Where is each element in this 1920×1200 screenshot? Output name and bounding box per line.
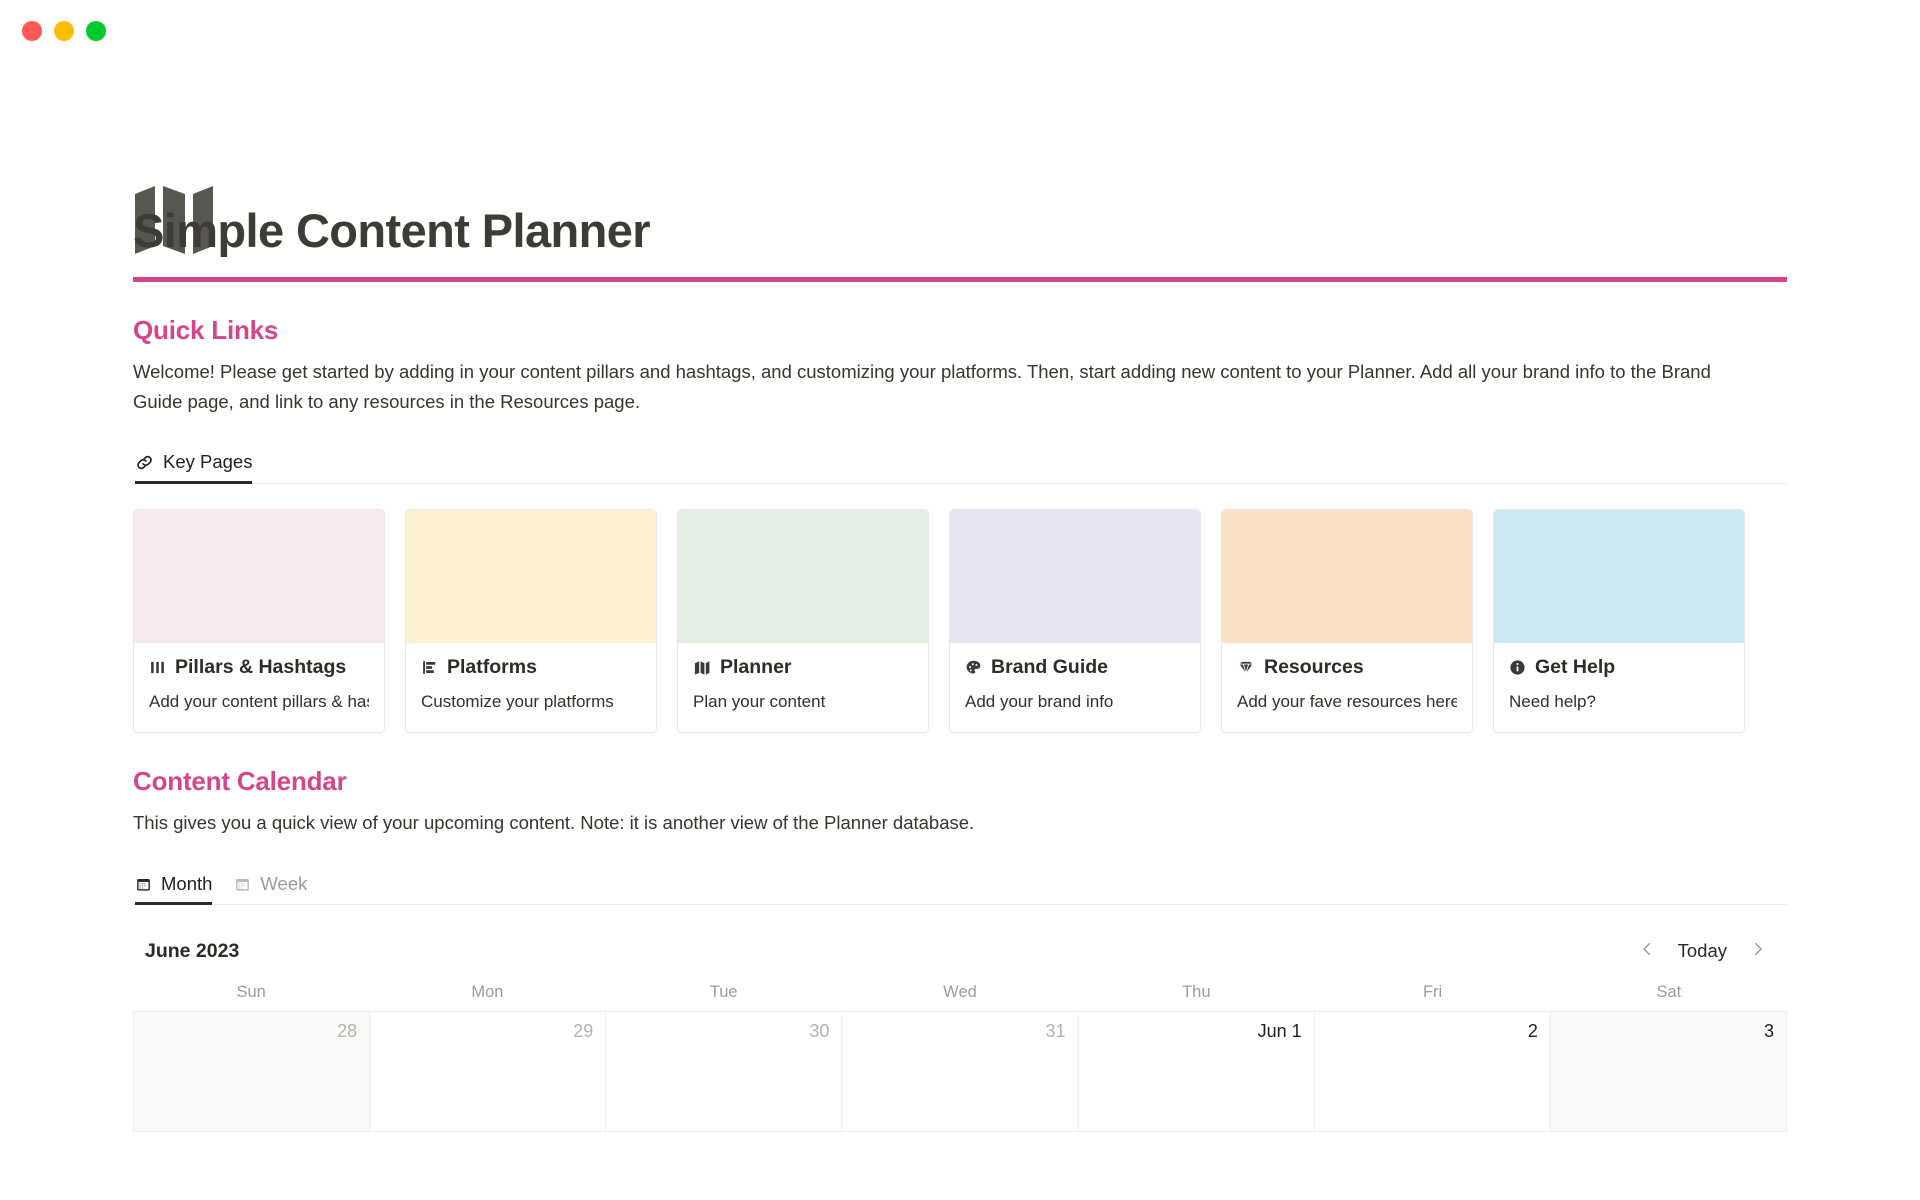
weekday-label: Sun <box>236 983 266 1002</box>
card-pillars-hashtags[interactable]: Pillars & Hashtags Add your content pill… <box>133 508 385 734</box>
link-icon <box>135 453 154 472</box>
maximize-window-button[interactable] <box>86 21 106 41</box>
next-month-button[interactable] <box>1741 934 1775 968</box>
card-title-row: Platforms <box>421 656 641 679</box>
title-divider <box>133 277 1787 283</box>
card-title-label: Pillars & Hashtags <box>175 655 347 678</box>
calendar-month-label: June 2023 <box>145 939 240 962</box>
card-get-help[interactable]: Get Help Need help? <box>1493 508 1745 734</box>
calendar-view-tabbar: Month Week <box>133 859 1787 906</box>
card-title-label: Brand Guide <box>991 655 1109 678</box>
card-cover <box>950 509 1200 643</box>
calendar-day-number: 2 <box>1527 1021 1538 1042</box>
card-body: Brand Guide Add your brand info <box>950 643 1200 732</box>
card-body: Platforms Customize your platforms <box>406 643 656 732</box>
tab-key-pages[interactable]: Key Pages <box>135 451 253 484</box>
map-icon <box>693 659 711 676</box>
weekday-label: Wed <box>943 983 977 1002</box>
bar-chart-icon <box>421 659 438 676</box>
card-body: Get Help Need help? <box>1494 643 1744 732</box>
chevron-left-icon <box>1638 940 1656 963</box>
weekday-label: Fri <box>1422 983 1443 1002</box>
page-content: Simple Content Planner Quick Links Welco… <box>0 62 1920 1133</box>
calendar-day-cell[interactable]: 30 <box>606 1012 843 1133</box>
calendar-day-number: 31 <box>1045 1021 1066 1042</box>
window-titlebar <box>0 0 1920 62</box>
card-title-row: Pillars & Hashtags <box>149 656 369 679</box>
tab-month-label: Month <box>161 872 213 894</box>
close-window-button[interactable] <box>22 21 42 41</box>
calendar-day-number: 28 <box>337 1021 358 1042</box>
calendar-day-number: 30 <box>809 1021 830 1042</box>
calendar-day-cell[interactable]: 28 <box>134 1012 371 1133</box>
quick-links-description: Welcome! Please get started by adding in… <box>133 361 1711 412</box>
card-title-label: Get Help <box>1535 655 1616 678</box>
card-subtitle: Add your brand info <box>965 692 1114 712</box>
card-subtitle: Need help? <box>1509 692 1596 712</box>
calendar-day-cell[interactable]: 31 <box>842 1012 1079 1133</box>
weekday-label: Mon <box>471 983 504 1002</box>
card-cover <box>134 509 384 643</box>
card-title-label: Resources <box>1264 655 1364 678</box>
calendar-day-number: Jun 1 <box>1257 1021 1302 1042</box>
tab-month[interactable]: Month <box>135 872 213 905</box>
calendar-grid: 28 29 30 31 Jun 1 2 3 <box>133 1011 1787 1133</box>
calendar-day-cell[interactable]: 2 <box>1314 1012 1551 1133</box>
calendar-weekday-header: Sun Mon Tue Wed Thu Fri Sat <box>133 973 1787 1011</box>
card-subtitle: Plan your content <box>693 692 826 712</box>
card-subtitle: Customize your platforms <box>421 692 614 712</box>
card-cover <box>678 509 928 643</box>
card-planner[interactable]: Planner Plan your content <box>677 508 929 734</box>
window-traffic-lights <box>22 21 106 41</box>
gem-icon <box>1237 659 1255 676</box>
card-brand-guide[interactable]: Brand Guide Add your brand info <box>949 508 1201 734</box>
card-body: Planner Plan your content <box>678 643 928 732</box>
card-title-label: Platforms <box>447 655 537 678</box>
minimize-window-button[interactable] <box>54 21 74 41</box>
weekday-label: Sat <box>1656 983 1682 1002</box>
card-title-row: Resources <box>1237 656 1457 679</box>
quick-links-heading: Quick Links <box>133 315 279 346</box>
card-platforms[interactable]: Platforms Customize your platforms <box>405 508 657 734</box>
card-title-row: Brand Guide <box>965 656 1185 679</box>
card-title-label: Planner <box>720 655 792 678</box>
tab-week-label: Week <box>260 872 308 894</box>
calendar-navigation: Today <box>1630 934 1775 968</box>
bars-icon <box>149 659 166 676</box>
tab-key-pages-label: Key Pages <box>163 451 253 473</box>
calendar: June 2023 Today Sun Mon Tue Wed Thu Fri … <box>133 929 1787 1133</box>
card-title-row: Get Help <box>1509 656 1729 679</box>
card-body: Resources Add your fave resources here <box>1222 643 1472 732</box>
card-subtitle: Add your content pillars & hashtags <box>149 692 369 712</box>
palette-icon <box>965 659 982 676</box>
card-subtitle: Add your fave resources here <box>1237 692 1457 712</box>
quick-links-card-grid: Pillars & Hashtags Add your content pill… <box>133 508 1787 734</box>
calendar-icon <box>135 876 152 893</box>
calendar-header: June 2023 Today <box>133 929 1787 973</box>
calendar-day-cell[interactable]: Jun 1 <box>1078 1012 1315 1133</box>
card-resources[interactable]: Resources Add your fave resources here <box>1221 508 1473 734</box>
calendar-day-number: 29 <box>573 1021 594 1042</box>
weekday-label: Tue <box>709 983 738 1002</box>
calendar-day-cell[interactable]: 3 <box>1550 1012 1787 1133</box>
quick-links-tabbar: Key Pages <box>133 438 1787 484</box>
weekday-label: Thu <box>1182 983 1211 1002</box>
page-title: Simple Content Planner <box>133 204 651 257</box>
card-title-row: Planner <box>693 656 913 679</box>
page-logo <box>133 62 1787 254</box>
card-cover <box>406 509 656 643</box>
card-cover <box>1222 509 1472 643</box>
card-body: Pillars & Hashtags Add your content pill… <box>134 643 384 732</box>
tab-week[interactable]: Week <box>234 872 308 905</box>
content-calendar-description: This gives you a quick view of your upco… <box>133 812 975 834</box>
chevron-right-icon <box>1749 940 1767 963</box>
calendar-day-cell[interactable]: 29 <box>370 1012 607 1133</box>
today-button[interactable]: Today <box>1668 936 1737 966</box>
calendar-icon <box>234 876 251 893</box>
content-calendar-heading: Content Calendar <box>133 766 347 797</box>
calendar-day-number: 3 <box>1763 1021 1774 1042</box>
previous-month-button[interactable] <box>1630 934 1664 968</box>
info-icon <box>1509 659 1526 676</box>
card-cover <box>1494 509 1744 643</box>
